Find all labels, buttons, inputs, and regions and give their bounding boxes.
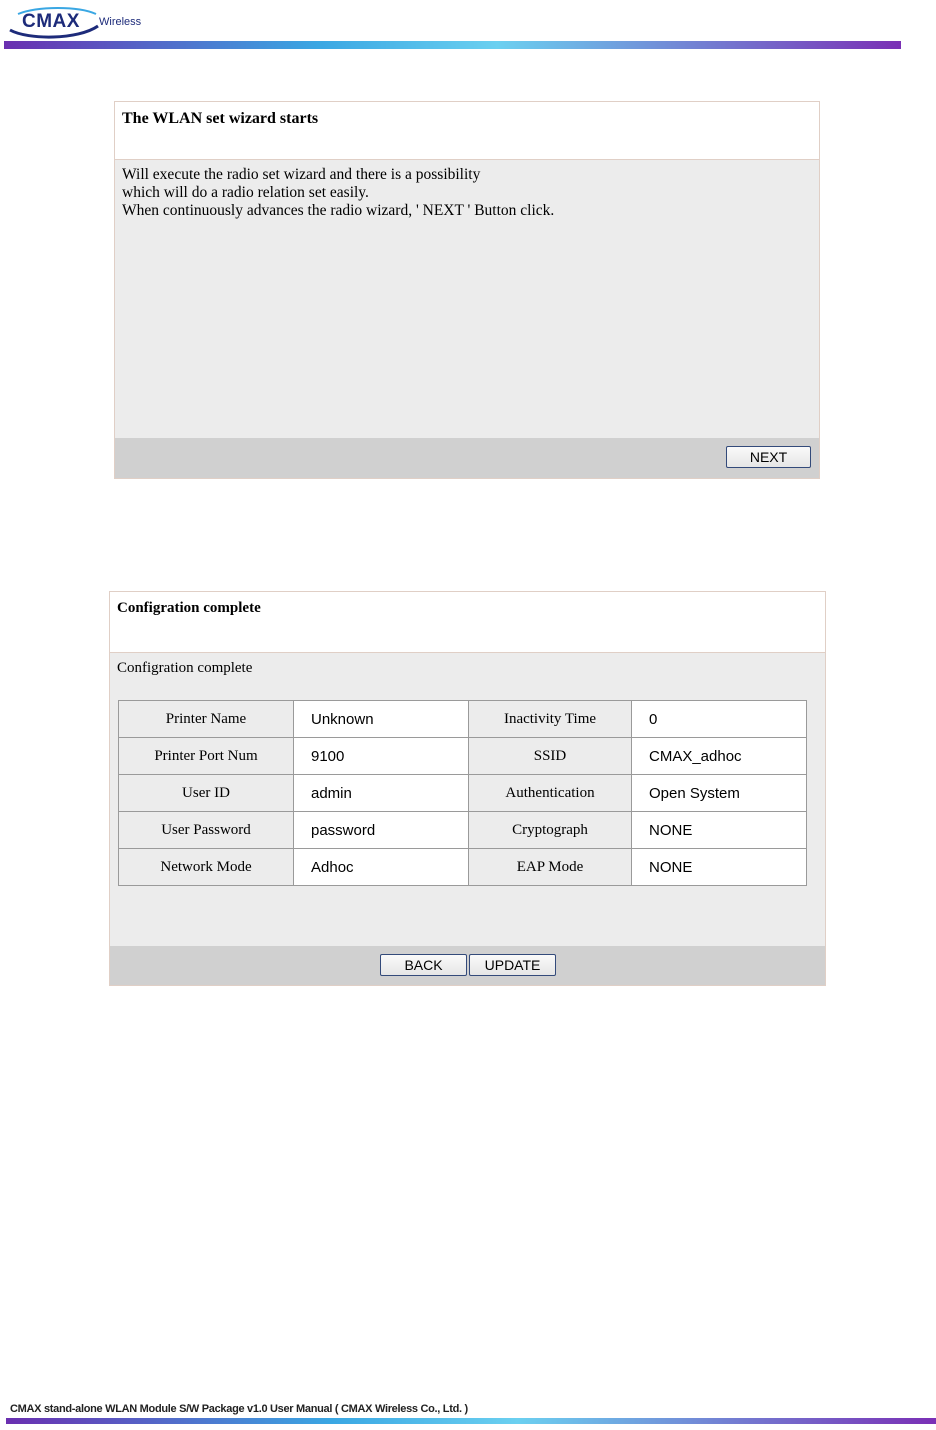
network-mode-label: Network Mode: [118, 848, 294, 886]
update-button[interactable]: UPDATE: [469, 954, 556, 976]
network-mode-value: Adhoc: [293, 848, 469, 886]
wizard-panel: The WLAN set wizard starts Will execute …: [114, 101, 820, 479]
table-row: User ID admin Authentication Open System: [118, 774, 807, 812]
table-row: Printer Name Unknown Inactivity Time 0: [118, 700, 807, 738]
wizard-line: When continuously advances the radio wiz…: [122, 202, 555, 219]
cryptograph-value: NONE: [631, 811, 807, 849]
table-row: User Password password Cryptograph NONE: [118, 811, 807, 849]
eap-mode-value: NONE: [631, 848, 807, 886]
footer-divider: [6, 1418, 936, 1424]
document-footer-text: CMAX stand-alone WLAN Module S/W Package…: [10, 1403, 468, 1415]
header-divider: [4, 41, 901, 49]
eap-mode-label: EAP Mode: [468, 848, 632, 886]
printer-port-label: Printer Port Num: [118, 737, 294, 775]
cryptograph-label: Cryptograph: [468, 811, 632, 849]
back-button[interactable]: BACK: [380, 954, 467, 976]
user-id-value: admin: [293, 774, 469, 812]
inactivity-time-value: 0: [631, 700, 807, 738]
user-id-label: User ID: [118, 774, 294, 812]
ssid-label: SSID: [468, 737, 632, 775]
config-panel: Configration complete Configration compl…: [109, 591, 826, 986]
wizard-description: Will execute the radio set wizard and th…: [115, 160, 819, 226]
config-table: Printer Name Unknown Inactivity Time 0 P…: [118, 700, 807, 886]
wizard-title: The WLAN set wizard starts: [115, 102, 819, 160]
config-footer: BACK UPDATE: [110, 946, 825, 985]
wizard-line: which will do a radio relation set easil…: [122, 184, 369, 201]
wizard-line: Will execute the radio set wizard and th…: [122, 166, 481, 183]
cmax-logo: CMAX Wireless: [8, 6, 158, 39]
logo-subtext: Wireless: [99, 16, 142, 28]
config-title: Configration complete: [110, 592, 825, 653]
ssid-value: CMAX_adhoc: [631, 737, 807, 775]
printer-port-value: 9100: [293, 737, 469, 775]
user-password-value: password: [293, 811, 469, 849]
config-subtitle: Configration complete: [117, 660, 253, 676]
table-row: Printer Port Num 9100 SSID CMAX_adhoc: [118, 737, 807, 775]
table-row: Network Mode Adhoc EAP Mode NONE: [118, 848, 807, 886]
logo-text: CMAX: [22, 11, 80, 32]
next-button[interactable]: NEXT: [726, 446, 811, 468]
wizard-footer: NEXT: [115, 438, 819, 478]
printer-name-value: Unknown: [293, 700, 469, 738]
authentication-label: Authentication: [468, 774, 632, 812]
authentication-value: Open System: [631, 774, 807, 812]
printer-name-label: Printer Name: [118, 700, 294, 738]
user-password-label: User Password: [118, 811, 294, 849]
inactivity-time-label: Inactivity Time: [468, 700, 632, 738]
